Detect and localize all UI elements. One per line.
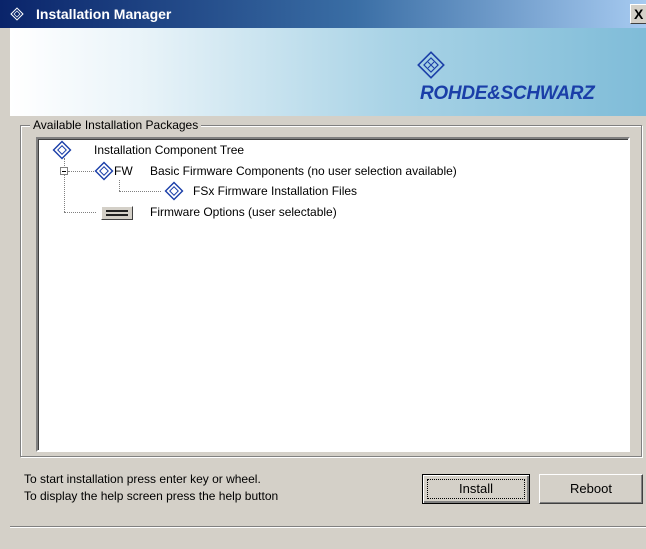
- reboot-button[interactable]: Reboot: [539, 474, 643, 504]
- installation-manager-window: Installation Manager X ROHDE&SCHWARZ Ava…: [0, 0, 646, 549]
- close-icon: X: [634, 6, 644, 22]
- tree-line: [68, 171, 94, 172]
- brand-logo: ROHDE&SCHWARZ: [417, 50, 640, 110]
- rs-logo-icon: [52, 140, 72, 160]
- reboot-button-label: Reboot: [570, 481, 612, 496]
- tree-line: [119, 180, 120, 191]
- close-button[interactable]: X: [630, 4, 646, 24]
- brand-name: ROHDE&SCHWARZ: [420, 83, 595, 104]
- tree-line: [64, 212, 96, 213]
- tree-node-fsx-files[interactable]: FSx Firmware Installation Files: [193, 182, 357, 200]
- instruction-line-2: To display the help screen press the hel…: [24, 489, 279, 503]
- options-icon: [101, 206, 133, 220]
- rs-logo-icon: [164, 181, 184, 201]
- tree-root-label[interactable]: Installation Component Tree: [94, 141, 244, 159]
- tree-node-fw-prefix[interactable]: FW: [114, 162, 133, 180]
- collapse-toggle[interactable]: [60, 167, 68, 175]
- packages-group-label: Available Installation Packages: [30, 117, 202, 133]
- tree-node-basic-firmware[interactable]: Basic Firmware Components (no user selec…: [150, 162, 457, 180]
- tree-node-firmware-options[interactable]: Firmware Options (user selectable): [150, 203, 337, 221]
- rs-logo-icon: [417, 51, 445, 79]
- status-bar: [10, 526, 646, 549]
- install-button[interactable]: Install: [422, 474, 530, 504]
- install-button-label: Install: [459, 481, 493, 496]
- rs-logo-icon: [94, 161, 114, 181]
- instruction-line-1: To start installation press enter key or…: [24, 472, 261, 486]
- rs-logo-icon: [10, 7, 24, 21]
- tree-line: [119, 191, 161, 192]
- window-title: Installation Manager: [36, 6, 172, 22]
- title-bar[interactable]: Installation Manager X: [0, 0, 646, 28]
